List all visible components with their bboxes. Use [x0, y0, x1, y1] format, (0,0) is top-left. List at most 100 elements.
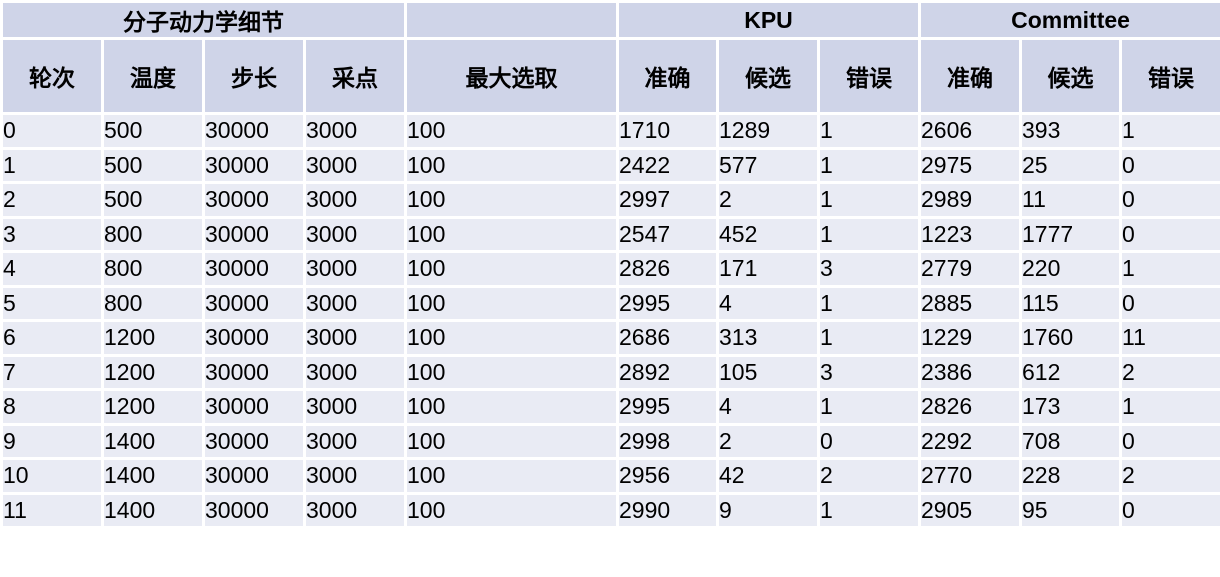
- table-body: 0 500 30000 3000 100 1710 1289 1 2606 393 1 1 500 300…: [0, 112, 1220, 529]
- table-cell: 0: [1118, 146, 1220, 184]
- table-cell: 3000: [303, 250, 407, 288]
- table-cell: 8: [0, 388, 104, 426]
- table-cell: 1760: [1019, 319, 1122, 357]
- table-cell: 100: [404, 112, 619, 150]
- table-cell: 4: [0, 250, 104, 288]
- table-cell: 3000: [303, 146, 407, 184]
- col-header-committee-error: 错误: [1118, 37, 1220, 115]
- table-cell: 0: [817, 422, 921, 460]
- table-cell: 1: [817, 319, 921, 357]
- col-header-kpu-accurate: 准确: [616, 37, 719, 115]
- table-cell: 30000: [202, 284, 306, 322]
- table-cell: 3000: [303, 215, 407, 253]
- table-cell: 30000: [202, 181, 306, 219]
- table-cell: 2989: [918, 181, 1022, 219]
- table-cell: 2: [1118, 353, 1220, 391]
- table-cell: 2956: [616, 457, 719, 495]
- table-cell: 4: [716, 388, 820, 426]
- table-cell: 2: [817, 457, 921, 495]
- table-cell: 11: [0, 491, 104, 529]
- table-row: 9 1400 30000 3000 100 2998 2 0 2292 708 0: [0, 422, 1220, 460]
- table-cell: 9: [716, 491, 820, 529]
- table-cell: 30000: [202, 215, 306, 253]
- table-cell: 1: [0, 146, 104, 184]
- table-cell: 30000: [202, 112, 306, 150]
- table-cell: 1: [817, 284, 921, 322]
- kpu-header: KPU: [616, 0, 921, 40]
- table-cell: 2885: [918, 284, 1022, 322]
- table-cell: 0: [1118, 284, 1220, 322]
- table-cell: 2547: [616, 215, 719, 253]
- table-cell: 1223: [918, 215, 1022, 253]
- table-cell: 612: [1019, 353, 1122, 391]
- table-cell: 0: [1118, 491, 1220, 529]
- table-cell: 3000: [303, 353, 407, 391]
- table-row: 10 1400 30000 3000 100 2956 42 2 2770 228 2: [0, 457, 1220, 495]
- table-cell: 7: [0, 353, 104, 391]
- table-row: 8 1200 30000 3000 100 2995 4 1 2826 173 1: [0, 388, 1220, 426]
- table-cell: 5: [0, 284, 104, 322]
- table-cell: 1: [817, 112, 921, 150]
- table-cell: 500: [101, 146, 205, 184]
- table-cell: 500: [101, 112, 205, 150]
- table-cell: 1200: [101, 319, 205, 357]
- table-cell: 2292: [918, 422, 1022, 460]
- table-cell: 42: [716, 457, 820, 495]
- table-cell: 2: [716, 422, 820, 460]
- table-cell: 3000: [303, 284, 407, 322]
- table-cell: 30000: [202, 319, 306, 357]
- table-cell: 105: [716, 353, 820, 391]
- table-cell: 2990: [616, 491, 719, 529]
- table-cell: 1400: [101, 457, 205, 495]
- col-header-committee-candidate: 候选: [1019, 37, 1122, 115]
- table-row: 1 500 30000 3000 100 2422 577 1 2975 25 0: [0, 146, 1220, 184]
- table-row: 7 1200 30000 3000 100 2892 105 3 2386 612 2: [0, 353, 1220, 391]
- table-cell: 100: [404, 319, 619, 357]
- table-cell: 2997: [616, 181, 719, 219]
- table-cell: 2826: [616, 250, 719, 288]
- table-cell: 4: [716, 284, 820, 322]
- table-cell: 0: [0, 112, 104, 150]
- table-cell: 1400: [101, 491, 205, 529]
- table-cell: 30000: [202, 388, 306, 426]
- table-cell: 100: [404, 422, 619, 460]
- table-cell: 2995: [616, 388, 719, 426]
- table-cell: 393: [1019, 112, 1122, 150]
- table-cell: 1: [1118, 112, 1220, 150]
- table-cell: 100: [404, 388, 619, 426]
- table-cell: 452: [716, 215, 820, 253]
- table-cell: 0: [1118, 181, 1220, 219]
- table-cell: 2: [0, 181, 104, 219]
- col-header-temperature: 温度: [101, 37, 205, 115]
- table-cell: 800: [101, 284, 205, 322]
- col-header-steps: 步长: [202, 37, 306, 115]
- table-cell: 100: [404, 215, 619, 253]
- table-cell: 171: [716, 250, 820, 288]
- table-cell: 1289: [716, 112, 820, 150]
- table-cell: 100: [404, 457, 619, 495]
- table-row: 4 800 30000 3000 100 2826 171 3 2779 220 1: [0, 250, 1220, 288]
- table-cell: 100: [404, 491, 619, 529]
- table-cell: 100: [404, 353, 619, 391]
- table-cell: 2975: [918, 146, 1022, 184]
- table-cell: 30000: [202, 146, 306, 184]
- table-cell: 577: [716, 146, 820, 184]
- table-cell: 3: [817, 250, 921, 288]
- table-cell: 30000: [202, 422, 306, 460]
- table-cell: 115: [1019, 284, 1122, 322]
- table-cell: 1: [817, 215, 921, 253]
- table-cell: 1710: [616, 112, 719, 150]
- table-cell: 2998: [616, 422, 719, 460]
- table-cell: 500: [101, 181, 205, 219]
- group-header-row: 分子动力学细节 KPU Committee: [0, 0, 1220, 40]
- table-cell: 1400: [101, 422, 205, 460]
- results-table: 分子动力学细节 KPU Committee 轮次 温度 步长 采点 最大选取 准…: [0, 0, 1220, 529]
- table-cell: 2: [716, 181, 820, 219]
- table-cell: 1229: [918, 319, 1022, 357]
- table-cell: 3000: [303, 491, 407, 529]
- table-cell: 2770: [918, 457, 1022, 495]
- table-cell: 30000: [202, 491, 306, 529]
- table-cell: 2905: [918, 491, 1022, 529]
- table-row: 5 800 30000 3000 100 2995 4 1 2885 115 0: [0, 284, 1220, 322]
- committee-header: Committee: [917, 0, 1220, 40]
